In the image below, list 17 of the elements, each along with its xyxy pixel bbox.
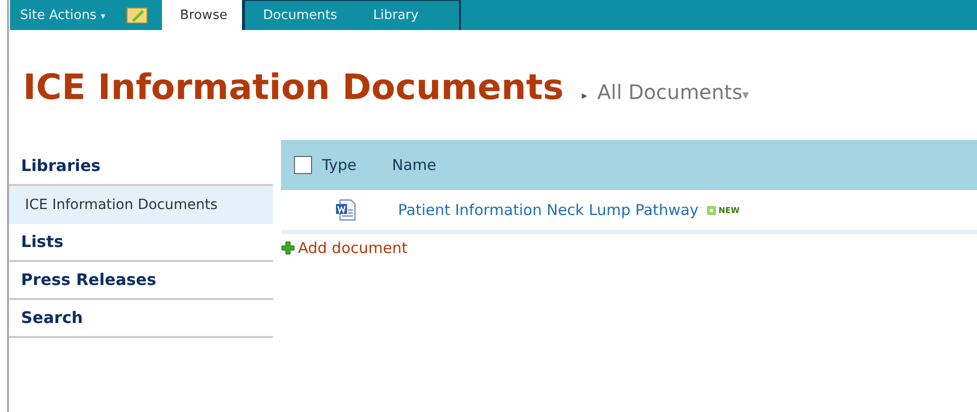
column-header[interactable]: Type (322, 156, 392, 174)
word-document-icon (334, 198, 358, 222)
sidebar-item[interactable]: ICE Information Documents (9, 186, 273, 224)
document-link[interactable]: Patient Information Neck Lump Pathway (398, 201, 699, 219)
edit-page-icon[interactable] (126, 6, 148, 24)
add-document-link[interactable]: Add document (298, 239, 408, 257)
ribbon-tab[interactable]: Browse (162, 0, 242, 30)
sidebar-heading[interactable]: Lists (9, 224, 273, 262)
view-selector[interactable]: All Documents▾ (597, 80, 749, 104)
column-header[interactable]: Name (392, 156, 436, 174)
sidebar-heading[interactable]: Press Releases (9, 262, 273, 300)
sidebar-heading[interactable]: Search (9, 300, 273, 338)
new-label: NEW (718, 206, 740, 214)
plus-icon (281, 241, 295, 255)
page-title: ICE Information Documents (23, 68, 564, 108)
breadcrumb-separator: ▸ (582, 89, 588, 102)
select-all-checkbox[interactable] (294, 156, 312, 174)
